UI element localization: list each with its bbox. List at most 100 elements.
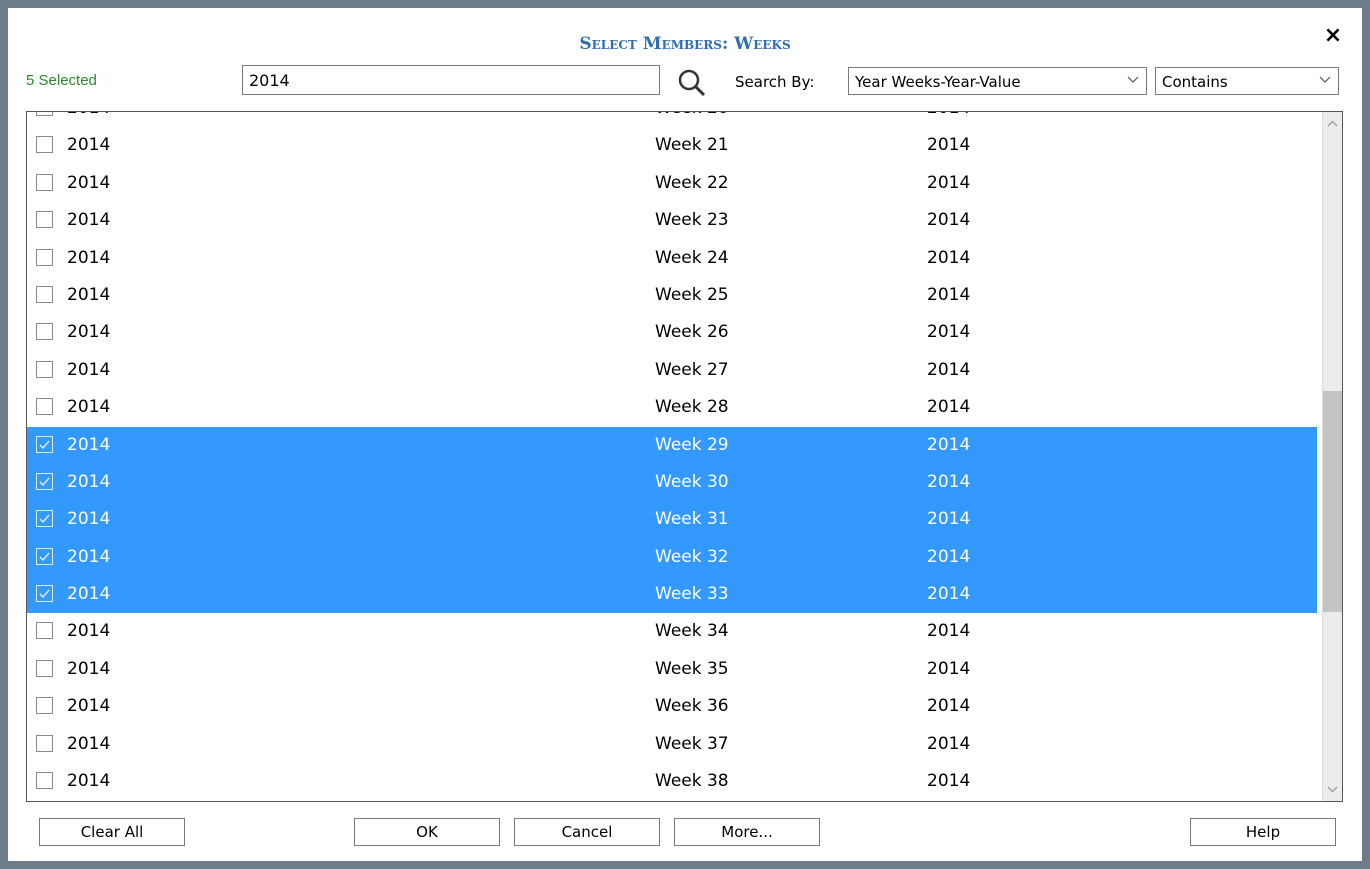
members-list[interactable]: 2014 Week 20 2014 2014 Week 21 2014 2014 Week 2… (26, 111, 1343, 802)
cell-week: Week 20 (655, 112, 729, 118)
vertical-scrollbar[interactable] (1322, 112, 1342, 801)
cell-value: 2014 (927, 546, 971, 567)
list-item[interactable]: 2014 Week 30 2014 (27, 463, 1317, 502)
cell-year: 2014 (67, 284, 111, 305)
cell-year: 2014 (67, 434, 111, 455)
list-item[interactable]: 2014 Week 38 2014 (27, 763, 1317, 800)
match-type-value: Contains (1162, 73, 1228, 91)
checkbox[interactable] (36, 622, 53, 640)
cell-year: 2014 (67, 397, 111, 418)
list-item[interactable]: 2014 Week 25 2014 (27, 277, 1317, 314)
search-input[interactable] (242, 65, 660, 95)
cell-week: Week 28 (655, 397, 729, 418)
list-item[interactable]: 2014 Week 28 2014 (27, 389, 1317, 426)
cell-value: 2014 (927, 434, 971, 455)
chevron-down-icon (1319, 76, 1331, 83)
cell-year: 2014 (67, 135, 111, 156)
list-item[interactable]: 2014 Week 27 2014 (27, 352, 1317, 389)
selected-count-label: 5 Selected (26, 72, 97, 89)
cell-week: Week 37 (655, 733, 729, 754)
cell-week: Week 22 (655, 172, 729, 193)
scroll-down-icon[interactable] (1326, 783, 1339, 795)
checkbox[interactable] (36, 248, 53, 266)
cell-year: 2014 (67, 733, 111, 754)
checkbox[interactable] (36, 285, 53, 303)
chevron-down-icon (1127, 76, 1139, 83)
cell-year: 2014 (67, 322, 111, 343)
clear-all-button[interactable]: Clear All (39, 818, 185, 846)
list-item[interactable]: 2014 Week 26 2014 (27, 314, 1317, 351)
scrollbar-thumb[interactable] (1323, 391, 1342, 612)
checkbox-checked[interactable] (36, 547, 53, 565)
checkbox-checked[interactable] (36, 435, 53, 453)
cell-value: 2014 (927, 247, 971, 268)
checkbox[interactable] (36, 211, 53, 229)
list-item[interactable]: 2014 Week 32 2014 (27, 538, 1317, 577)
more-button[interactable]: More... (674, 818, 820, 846)
checkmark-icon (39, 440, 50, 449)
list-item[interactable]: 2014 Week 24 2014 (27, 240, 1317, 277)
cell-year: 2014 (67, 172, 111, 193)
cell-value: 2014 (927, 322, 971, 343)
list-item[interactable]: 2014 Week 31 2014 (27, 501, 1317, 539)
cell-value: 2014 (927, 733, 971, 754)
cell-value: 2014 (927, 621, 971, 642)
list-item[interactable]: 2014 Week 36 2014 (27, 688, 1317, 725)
list-item[interactable]: 2014 Week 20 2014 (27, 112, 1317, 127)
cell-value: 2014 (927, 172, 971, 193)
cell-value: 2014 (927, 771, 971, 792)
search-by-select[interactable]: Year Weeks-Year-Value (848, 67, 1147, 95)
cell-value: 2014 (927, 658, 971, 679)
cell-year: 2014 (67, 546, 111, 567)
checkbox[interactable] (36, 398, 53, 416)
cell-year: 2014 (67, 584, 111, 605)
cell-year: 2014 (67, 112, 110, 118)
cell-week: Week 27 (655, 359, 729, 380)
checkbox[interactable] (36, 323, 53, 341)
cell-week: Week 38 (655, 771, 729, 792)
list-item[interactable]: 2014 Week 37 2014 (27, 726, 1317, 763)
ok-button[interactable]: OK (354, 818, 500, 846)
list-item[interactable]: 2014 Week 23 2014 (27, 202, 1317, 239)
cell-week: Week 23 (655, 210, 729, 231)
cell-value: 2014 (927, 696, 971, 717)
cell-value: 2014 (927, 210, 971, 231)
cell-year: 2014 (67, 247, 111, 268)
list-item[interactable]: 2014 Week 35 2014 (27, 651, 1317, 688)
checkbox[interactable] (36, 112, 53, 116)
scroll-up-icon[interactable] (1326, 118, 1339, 130)
cell-value: 2014 (927, 509, 971, 530)
checkbox[interactable] (36, 659, 53, 677)
cell-year: 2014 (67, 658, 111, 679)
checkbox-checked[interactable] (36, 510, 53, 528)
list-item[interactable]: 2014 Week 22 2014 (27, 165, 1317, 202)
cell-week: Week 29 (655, 434, 729, 455)
cell-year: 2014 (67, 210, 111, 231)
checkbox[interactable] (36, 772, 53, 790)
list-item[interactable]: 2014 Week 21 2014 (27, 127, 1317, 164)
checkbox[interactable] (36, 173, 53, 191)
cell-value: 2014 (927, 397, 971, 418)
cell-week: Week 33 (655, 584, 729, 605)
checkbox[interactable] (36, 734, 53, 752)
cell-week: Week 34 (655, 621, 729, 642)
checkmark-icon (39, 552, 50, 561)
cell-value: 2014 (927, 135, 971, 156)
list-item[interactable]: 2014 Week 33 2014 (27, 576, 1317, 614)
search-icon[interactable] (675, 66, 709, 100)
cell-week: Week 24 (655, 247, 729, 268)
close-icon[interactable]: × (1323, 25, 1343, 47)
match-type-select[interactable]: Contains (1155, 67, 1339, 95)
help-button[interactable]: Help (1190, 818, 1336, 846)
cancel-button[interactable]: Cancel (514, 818, 660, 846)
list-item[interactable]: 2014 Week 34 2014 (27, 613, 1317, 650)
checkmark-icon (39, 589, 50, 599)
list-item[interactable]: 2014 Week 29 2014 (27, 426, 1317, 464)
checkbox-checked[interactable] (36, 472, 53, 490)
checkbox[interactable] (36, 697, 53, 715)
cell-value: 2014 (927, 112, 970, 118)
checkbox[interactable] (36, 136, 53, 154)
checkbox-checked[interactable] (36, 585, 53, 603)
checkbox[interactable] (36, 360, 53, 378)
cell-week: Week 36 (655, 696, 729, 717)
